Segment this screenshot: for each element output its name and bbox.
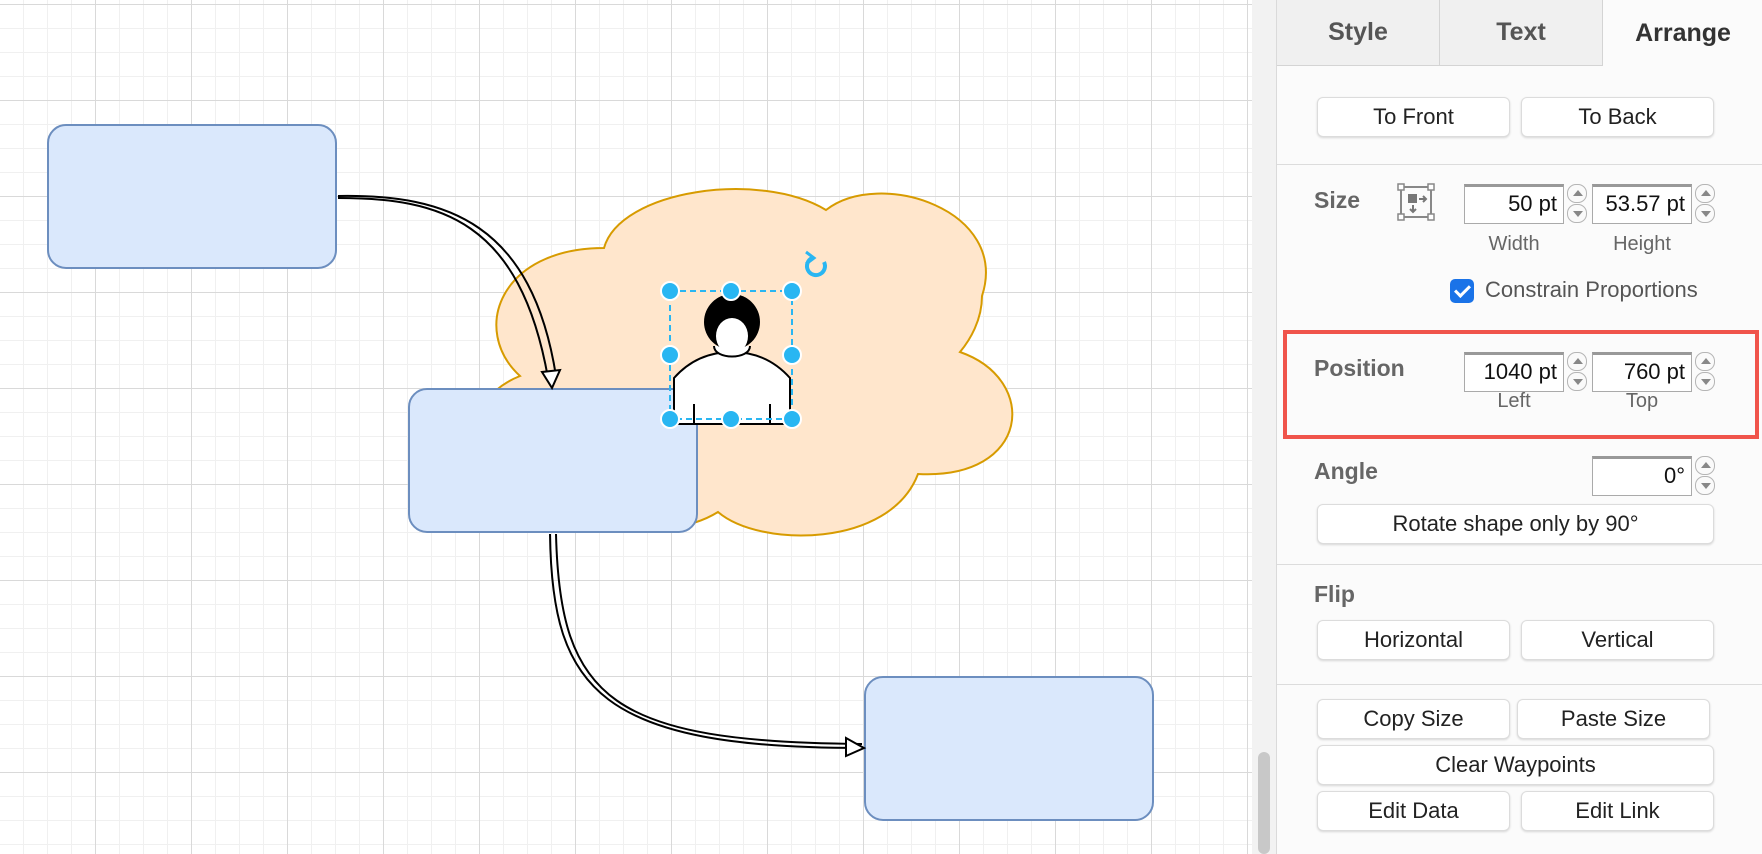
rotate-shape-button[interactable]: Rotate shape only by 90° (1317, 504, 1714, 544)
tab-arrange[interactable]: Arrange (1603, 0, 1762, 66)
paste-size-button[interactable]: Paste Size (1517, 699, 1710, 739)
width-stepper[interactable] (1567, 184, 1587, 224)
width-field[interactable]: 50 pt (1464, 184, 1564, 224)
height-label: Height (1613, 233, 1671, 255)
constrain-proportions-label[interactable]: Constrain Proportions (1485, 277, 1698, 303)
height-field[interactable]: 53.57 pt (1592, 184, 1692, 224)
diagram-canvas[interactable] (0, 0, 1252, 854)
flip-label: Flip (1314, 581, 1355, 607)
actions-section: Copy Size Paste Size Clear Waypoints Edi… (1277, 685, 1762, 854)
rect-shape-middle[interactable] (408, 388, 698, 533)
tab-bar: Style Text Arrange (1277, 0, 1762, 66)
scrollbar-thumb[interactable] (1258, 752, 1270, 854)
scrollbar-track[interactable] (1252, 0, 1276, 854)
width-label: Width (1488, 233, 1540, 255)
clear-waypoints-button[interactable]: Clear Waypoints (1317, 745, 1714, 785)
connector-bottom[interactable] (549, 533, 867, 758)
angle-field[interactable]: 0° (1592, 456, 1692, 496)
edit-link-button[interactable]: Edit Link (1521, 791, 1714, 831)
angle-stepper[interactable] (1695, 456, 1715, 496)
flip-horizontal-button[interactable]: Horizontal (1317, 620, 1510, 660)
height-stepper[interactable] (1695, 184, 1715, 224)
constrain-proportions-checkbox[interactable] (1450, 279, 1474, 303)
tab-style[interactable]: Style (1277, 0, 1440, 66)
autosize-icon[interactable] (1397, 183, 1435, 221)
to-back-button[interactable]: To Back (1521, 97, 1714, 137)
edit-data-button[interactable]: Edit Data (1317, 791, 1510, 831)
position-highlight-box (1283, 330, 1759, 439)
size-label: Size (1314, 187, 1361, 213)
angle-label: Angle (1314, 458, 1378, 484)
flip-vertical-button[interactable]: Vertical (1521, 620, 1714, 660)
order-section: To Front To Back (1277, 66, 1762, 165)
tab-text[interactable]: Text (1440, 0, 1603, 66)
copy-size-button[interactable]: Copy Size (1317, 699, 1510, 739)
rect-shape-top-left[interactable] (47, 124, 337, 269)
to-front-button[interactable]: To Front (1317, 97, 1510, 137)
diagram-svg (47, 124, 1154, 821)
flip-section: Flip Horizontal Vertical (1277, 565, 1762, 685)
rect-shape-bottom-right[interactable] (864, 676, 1154, 821)
